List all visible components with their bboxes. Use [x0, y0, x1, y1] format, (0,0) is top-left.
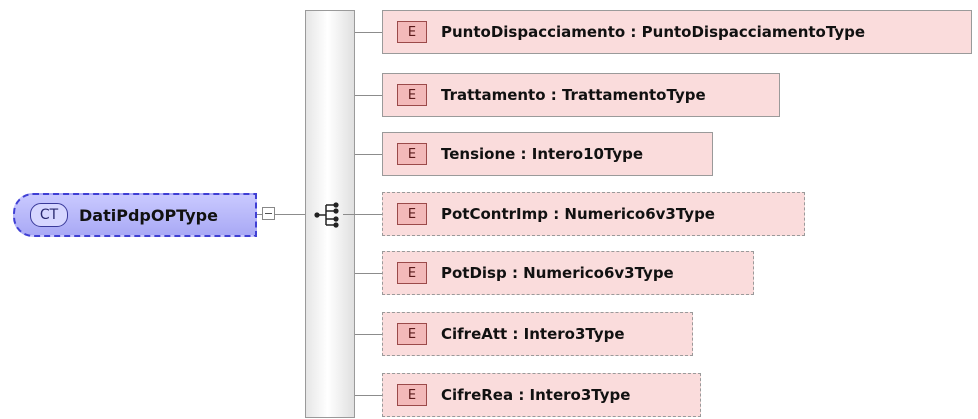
collapse-toggle[interactable]	[262, 207, 275, 220]
element-badge: E	[397, 21, 427, 43]
branch-connector	[355, 95, 382, 96]
element-node[interactable]: E CifreAtt : Intero3Type	[382, 312, 693, 356]
complex-type-name: DatiPdpOPType	[79, 205, 218, 225]
element-node[interactable]: E PotDisp : Numerico6v3Type	[382, 251, 754, 295]
element-label: CifreRea : Intero3Type	[441, 386, 631, 404]
element-node[interactable]: E PotContrImp : Numerico6v3Type	[382, 192, 805, 236]
element-label: Tensione : Intero10Type	[441, 145, 644, 163]
element-node[interactable]: E Trattamento : TrattamentoType	[382, 73, 780, 117]
element-label: PotContrImp : Numerico6v3Type	[441, 205, 715, 223]
element-badge: E	[397, 143, 427, 165]
branch-connector	[355, 395, 382, 396]
branch-connector	[355, 32, 382, 33]
element-node[interactable]: E CifreRea : Intero3Type	[382, 373, 701, 417]
element-badge: E	[397, 84, 427, 106]
element-label: PuntoDispacciamento : PuntoDispacciament…	[441, 23, 866, 41]
element-badge: E	[397, 203, 427, 225]
branch-connector	[355, 334, 382, 335]
element-badge: E	[397, 262, 427, 284]
element-label: PotDisp : Numerico6v3Type	[441, 264, 674, 282]
element-badge: E	[397, 323, 427, 345]
element-label: CifreAtt : Intero3Type	[441, 325, 625, 343]
element-badge: E	[397, 384, 427, 406]
element-node[interactable]: E PuntoDispacciamento : PuntoDispacciame…	[382, 10, 972, 54]
element-label: Trattamento : TrattamentoType	[441, 86, 706, 104]
element-node[interactable]: E Tensione : Intero10Type	[382, 132, 713, 176]
branch-connector	[343, 214, 382, 215]
complex-type-badge: CT	[30, 203, 68, 227]
sequence-icon[interactable]	[313, 200, 343, 230]
branch-connector	[355, 273, 382, 274]
branch-connector	[355, 154, 382, 155]
connector-line	[257, 214, 262, 215]
complex-type-node[interactable]: CT DatiPdpOPType	[13, 193, 257, 237]
